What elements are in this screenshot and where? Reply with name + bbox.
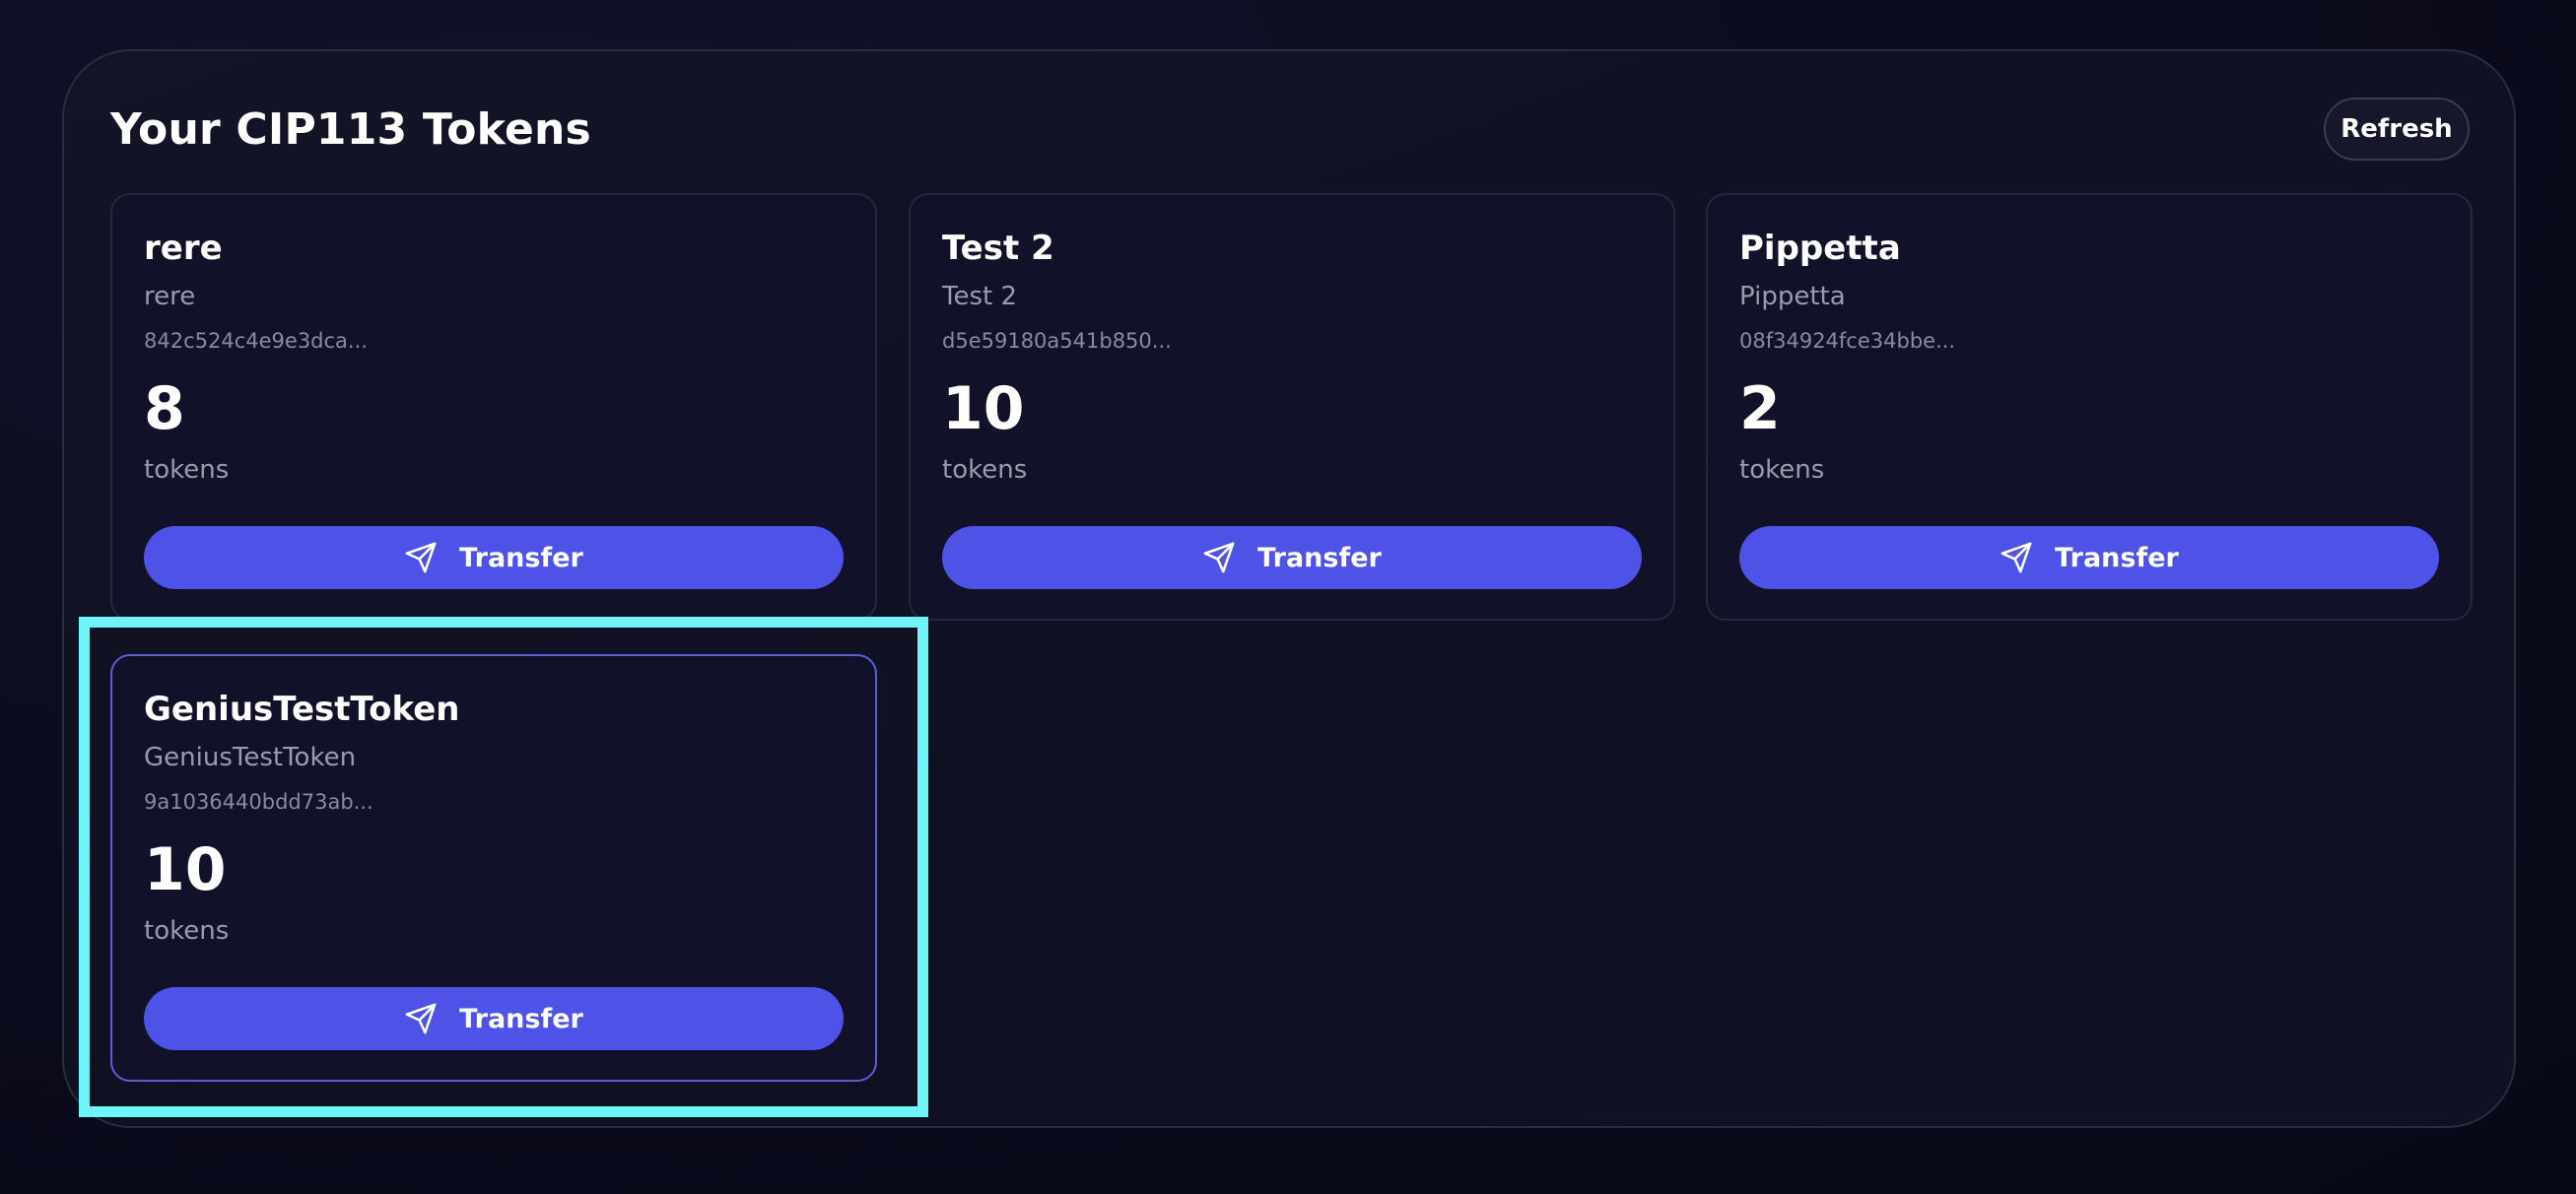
token-unit: tokens	[1739, 455, 1825, 485]
token-policy-id: d5e59180a541b850...	[942, 329, 1172, 353]
token-name: GeniusTestToken	[144, 690, 460, 729]
refresh-button[interactable]: Refresh	[2324, 98, 2470, 161]
send-icon	[2000, 541, 2033, 574]
token-card-geniustesttoken: GeniusTestToken GeniusTestToken 9a103644…	[110, 654, 877, 1082]
send-icon	[404, 541, 438, 574]
token-card-test-2: Test 2 Test 2 d5e59180a541b850... 10 tok…	[909, 193, 1675, 621]
transfer-button[interactable]: Transfer	[942, 526, 1642, 589]
token-policy-id: 842c524c4e9e3dca...	[144, 329, 368, 353]
token-unit: tokens	[942, 455, 1028, 485]
token-name: rere	[144, 229, 223, 268]
token-symbol: Pippetta	[1739, 282, 1846, 311]
token-amount: 10	[942, 374, 1025, 443]
transfer-label: Transfer	[2055, 542, 2179, 573]
token-symbol: rere	[144, 282, 196, 311]
token-card-pippetta: Pippetta Pippetta 08f34924fce34bbe... 2 …	[1706, 193, 2473, 621]
page-title: Your CIP113 Tokens	[110, 104, 591, 155]
token-symbol: Test 2	[942, 282, 1018, 311]
transfer-label: Transfer	[1257, 542, 1382, 573]
token-amount: 8	[144, 374, 185, 443]
token-unit: tokens	[144, 916, 230, 946]
token-amount: 2	[1739, 374, 1781, 443]
transfer-label: Transfer	[459, 1003, 583, 1034]
token-policy-id: 08f34924fce34bbe...	[1739, 329, 1956, 353]
token-card-rere: rere rere 842c524c4e9e3dca... 8 tokens T…	[110, 193, 877, 621]
token-amount: 10	[144, 835, 227, 904]
send-icon	[1202, 541, 1236, 574]
transfer-button[interactable]: Transfer	[144, 526, 844, 589]
send-icon	[404, 1002, 438, 1035]
token-unit: tokens	[144, 455, 230, 485]
token-name: Pippetta	[1739, 229, 1901, 268]
transfer-button[interactable]: Transfer	[1739, 526, 2439, 589]
token-policy-id: 9a1036440bdd73ab...	[144, 790, 373, 814]
token-name: Test 2	[942, 229, 1054, 268]
token-symbol: GeniusTestToken	[144, 743, 357, 772]
transfer-label: Transfer	[459, 542, 583, 573]
transfer-button[interactable]: Transfer	[144, 987, 844, 1050]
